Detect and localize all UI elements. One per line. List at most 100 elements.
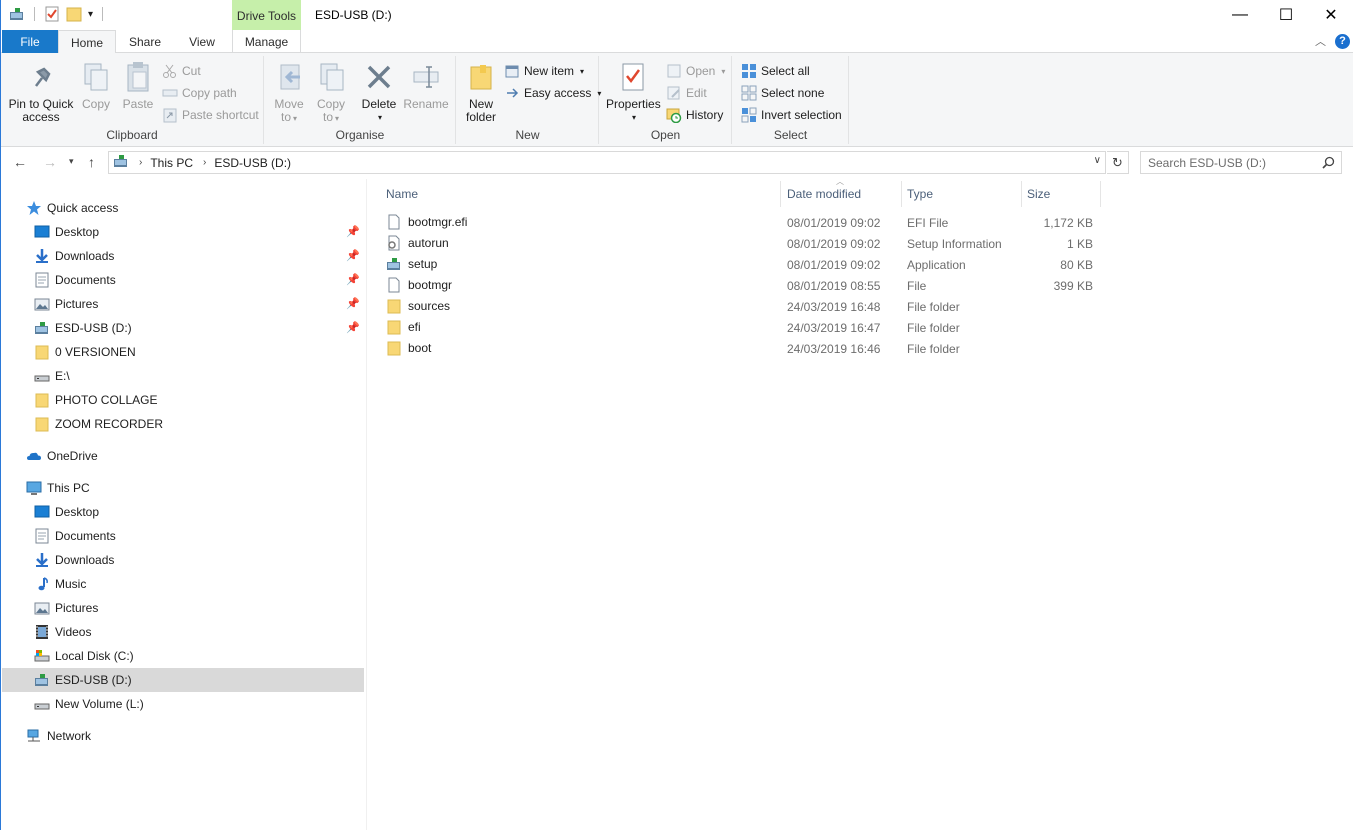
clipboard-group-label: Clipboard	[106, 128, 158, 142]
documents-icon	[34, 272, 50, 288]
search-box[interactable]	[1140, 151, 1342, 174]
nav-quick-item-photo-collage[interactable]: PHOTO COLLAGE	[2, 388, 364, 412]
column-header-date[interactable]: Date modified	[781, 183, 901, 205]
nav-item-label: ESD-USB (D:)	[55, 321, 132, 335]
nav-quick-item-0-versionen[interactable]: 0 VERSIONEN	[2, 340, 364, 364]
tab-manage[interactable]: Manage	[232, 30, 301, 53]
nav-pc-item-new-volume-l[interactable]: New Volume (L:)	[2, 692, 364, 716]
pin-icon[interactable]: 📌	[346, 297, 360, 310]
delete-button[interactable]: Delete ▾	[361, 60, 397, 124]
select-none-button[interactable]: Select none	[741, 83, 824, 103]
close-button[interactable]: ✕	[1308, 0, 1353, 30]
file-row[interactable]: autorun 08/01/2019 09:02 Setup Information…	[386, 233, 1098, 254]
pin-icon[interactable]: 📌	[346, 273, 360, 286]
nav-quick-item-desktop[interactable]: Desktop 📌	[2, 220, 364, 244]
address-dropdown-icon[interactable]: ∨	[1094, 155, 1101, 166]
copy-path-button[interactable]: Copy path	[162, 83, 237, 103]
explorer-window: ▾ Drive Tools ESD-USB (D:) — ☐ ✕ File Ho…	[0, 0, 1353, 830]
minimize-button[interactable]: —	[1217, 0, 1263, 30]
usb-drive-icon[interactable]	[9, 6, 25, 22]
file-row[interactable]: sources 24/03/2019 16:48 File folder	[386, 296, 1098, 317]
nav-this-pc[interactable]: This PC	[2, 476, 364, 500]
nav-quick-item-pictures[interactable]: Pictures 📌	[2, 292, 364, 316]
paste-button[interactable]: Paste	[119, 60, 157, 111]
maximize-button[interactable]: ☐	[1263, 0, 1309, 30]
drive-tools-context-label: Drive Tools	[232, 0, 301, 30]
collapse-ribbon-icon[interactable]: ︿	[1315, 33, 1326, 49]
properties-button[interactable]: Properties ▾	[606, 60, 661, 124]
copy-button[interactable]: Copy	[79, 60, 113, 111]
properties-icon[interactable]	[44, 6, 60, 22]
paste-shortcut-icon	[162, 107, 178, 123]
column-divider[interactable]	[1100, 181, 1101, 207]
recent-locations-icon[interactable]: ▾	[69, 156, 74, 167]
paste-shortcut-button[interactable]: Paste shortcut	[162, 105, 259, 125]
pin-icon[interactable]: 📌	[346, 249, 360, 262]
easy-access-button[interactable]: Easy access ▾	[504, 83, 601, 103]
breadcrumb-chevron-icon[interactable]: ›	[203, 157, 206, 168]
nav-quick-item-e[interactable]: E:\	[2, 364, 364, 388]
edit-button[interactable]: Edit	[666, 83, 707, 103]
nav-pc-item-local-disk-c[interactable]: Local Disk (C:)	[2, 644, 364, 668]
breadcrumb-esd-usb[interactable]: ESD-USB (D:)	[214, 156, 291, 170]
move-to-button[interactable]: Move to ▾	[273, 60, 305, 125]
copy-to-button[interactable]: Copy to ▾	[315, 60, 347, 125]
new-item-button[interactable]: New item ▾	[504, 61, 584, 81]
breadcrumb-chevron-icon[interactable]: ›	[139, 157, 142, 168]
file-row[interactable]: boot 24/03/2019 16:46 File folder	[386, 338, 1098, 359]
new-folder-button[interactable]: New folder	[463, 60, 499, 124]
back-arrow-icon[interactable]: ←	[13, 154, 27, 170]
file-name-cell: sources	[386, 298, 450, 314]
file-row[interactable]: efi 24/03/2019 16:47 File folder	[386, 317, 1098, 338]
invert-selection-button[interactable]: Invert selection	[741, 105, 842, 125]
pin-icon[interactable]: 📌	[346, 225, 360, 238]
nav-quick-item-zoom-recorder[interactable]: ZOOM RECORDER	[2, 412, 364, 436]
open-button[interactable]: Open ▾	[666, 61, 725, 81]
tab-file[interactable]: File	[2, 30, 58, 53]
nav-quick-item-documents[interactable]: Documents 📌	[2, 268, 364, 292]
address-bar[interactable]: › This PC › ESD-USB (D:) ∨	[108, 151, 1106, 174]
nav-pc-item-videos[interactable]: Videos	[2, 620, 364, 644]
nav-network[interactable]: Network	[2, 724, 364, 748]
nav-pc-item-desktop[interactable]: Desktop	[2, 500, 364, 524]
column-header-type[interactable]: Type	[901, 183, 1021, 205]
nav-pc-item-documents[interactable]: Documents	[2, 524, 364, 548]
nav-pc-item-esd-usb-d[interactable]: ESD-USB (D:)	[2, 668, 364, 692]
pin-to-quick-access-button[interactable]: Pin to Quick access	[7, 60, 75, 124]
tab-home[interactable]: Home	[58, 30, 116, 54]
refresh-icon[interactable]: ↻	[1107, 151, 1129, 174]
search-input[interactable]	[1148, 155, 1323, 170]
nav-quick-item-downloads[interactable]: Downloads 📌	[2, 244, 364, 268]
file-row[interactable]: bootmgr 08/01/2019 08:55 File 399 KB	[386, 275, 1098, 296]
forward-arrow-icon[interactable]: →	[43, 154, 57, 170]
nav-pc-item-downloads[interactable]: Downloads	[2, 548, 364, 572]
nav-quick-item-esd-usb-d[interactable]: ESD-USB (D:) 📌	[2, 316, 364, 340]
tab-view[interactable]: View	[177, 30, 227, 53]
breadcrumb-this-pc[interactable]: This PC	[150, 156, 193, 170]
customize-qat-icon[interactable]: ▾	[88, 9, 93, 20]
file-row[interactable]: bootmgr.efi 08/01/2019 09:02 EFI File 1,172…	[386, 212, 1098, 233]
delete-dropdown-icon[interactable]: ▾	[363, 111, 397, 124]
history-button[interactable]: History	[666, 105, 723, 125]
help-icon[interactable]: ?	[1335, 34, 1350, 49]
new-folder-icon[interactable]	[66, 6, 82, 22]
cut-button[interactable]: Cut	[162, 61, 201, 81]
nav-pc-item-music[interactable]: Music	[2, 572, 364, 596]
rename-button[interactable]: Rename	[403, 60, 449, 111]
file-type: Application	[907, 258, 966, 272]
nav-item-label: Pictures	[55, 601, 99, 615]
nav-pc-item-pictures[interactable]: Pictures	[2, 596, 364, 620]
up-arrow-icon[interactable]: ↑	[88, 154, 95, 170]
search-icon[interactable]	[1322, 156, 1335, 172]
nav-quick-access[interactable]: Quick access	[2, 196, 364, 220]
select-none-icon	[741, 85, 757, 101]
usb-drive-icon	[113, 153, 129, 172]
column-header-size[interactable]: Size	[1021, 183, 1101, 205]
tab-share[interactable]: Share	[120, 30, 170, 53]
file-row[interactable]: setup 08/01/2019 09:02 Application 80 KB	[386, 254, 1098, 275]
nav-onedrive[interactable]: OneDrive	[2, 444, 364, 468]
select-all-button[interactable]: Select all	[741, 61, 810, 81]
properties-dropdown-icon[interactable]: ▾	[608, 111, 660, 124]
pin-icon[interactable]: 📌	[346, 321, 360, 334]
column-header-name[interactable]: Name	[380, 183, 780, 205]
